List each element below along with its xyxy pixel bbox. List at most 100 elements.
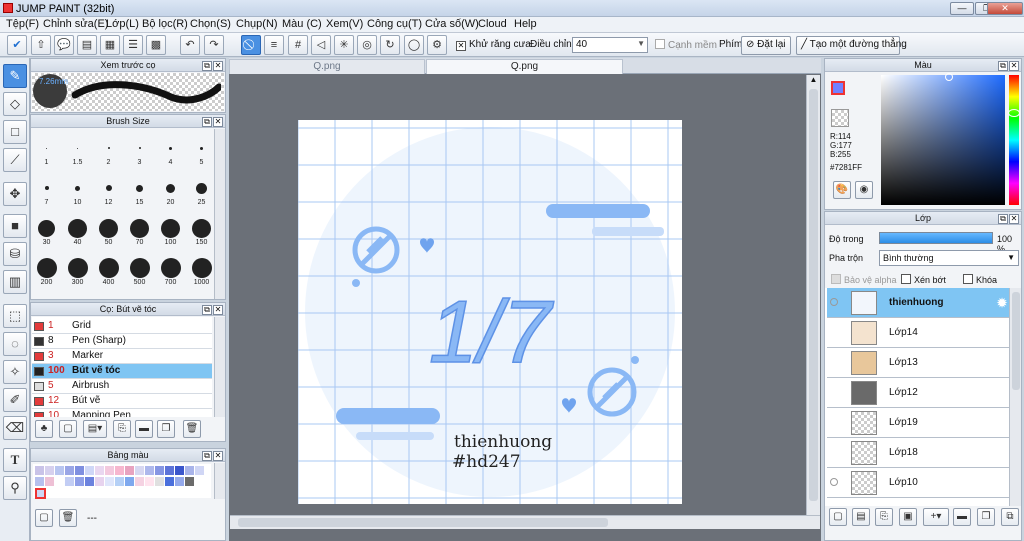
opacity-slider[interactable] — [879, 232, 993, 244]
palette-swatch[interactable] — [195, 466, 204, 475]
gear-icon[interactable]: ✹ — [997, 296, 1007, 310]
palette-swatch[interactable] — [175, 477, 184, 486]
layer-effects-icon[interactable]: ▣ — [899, 508, 917, 526]
palette-swatch[interactable] — [165, 466, 174, 475]
palette-swatch[interactable] — [165, 477, 174, 486]
new-layer-icon[interactable]: ▢ — [829, 508, 847, 526]
protect-alpha-checkbox[interactable]: Bảo vệ alpha — [831, 274, 897, 285]
concentric-icon[interactable]: ◎ — [357, 35, 377, 55]
eraser-tool-icon[interactable]: ◇ — [3, 92, 27, 116]
menu-color[interactable]: Màu (C) — [282, 18, 322, 30]
brush-tool-icon[interactable]: ✎ — [3, 64, 27, 88]
settings-icon[interactable]: ⚙ — [427, 35, 447, 55]
palette-swatch[interactable] — [35, 466, 44, 475]
brush-size-option[interactable]: 1.5 — [62, 137, 93, 166]
select-rect-icon[interactable]: ⬚ — [3, 304, 27, 328]
layer-scroll-thumb[interactable] — [1012, 292, 1020, 390]
float-icon[interactable]: ⧉ — [202, 451, 212, 461]
menu-tools[interactable]: Công cụ(T) — [367, 18, 422, 30]
soft-edge-checkbox[interactable]: Cạnh mềm — [655, 39, 717, 51]
layer-row-lop19[interactable]: Lớp19 — [827, 408, 1009, 438]
share-icon[interactable]: ⇧ — [31, 35, 51, 55]
brush-item-pen-sharp[interactable]: 8 Pen (Sharp) — [32, 334, 212, 349]
parallel-lines-icon[interactable]: ≡ — [264, 35, 284, 55]
brush-size-option[interactable]: 5 — [186, 137, 217, 166]
minimize-button[interactable]: — — [950, 2, 974, 15]
add-layer-menu-icon[interactable]: +▾ — [923, 508, 949, 526]
layer-list-scrollbar[interactable] — [1009, 288, 1021, 506]
palette-swatch[interactable] — [175, 466, 184, 475]
brush-size-option[interactable]: 150 — [186, 217, 217, 246]
brush-size-option[interactable]: 1000 — [186, 257, 217, 286]
duplicate-icon[interactable]: ❐ — [157, 420, 175, 438]
brush-size-option[interactable]: 3 — [124, 137, 155, 166]
delete-swatch-icon[interactable]: 🗑 — [59, 509, 77, 527]
brush-size-option[interactable]: 70 — [124, 217, 155, 246]
layer-row-lop14[interactable]: Lớp14 — [827, 318, 1009, 348]
close-icon[interactable]: ✕ — [213, 451, 223, 461]
menu-select[interactable]: Chọn(S) — [190, 18, 231, 30]
folder-icon[interactable]: ▬ — [953, 508, 971, 526]
duplicate-icon[interactable]: ❐ — [977, 508, 995, 526]
palette-swatch[interactable] — [35, 488, 46, 499]
adjust-select[interactable]: 40 ▼ — [572, 37, 648, 53]
palette-swatch[interactable] — [185, 477, 194, 486]
canvas-vertical-scrollbar[interactable]: ▲ — [806, 75, 820, 515]
palette-swatch[interactable] — [105, 466, 114, 475]
copy-layer-icon[interactable]: ⎘ — [875, 508, 893, 526]
blend-mode-select[interactable]: Bình thường ▼ — [879, 250, 1019, 266]
new-raster-icon[interactable]: ▤ — [852, 508, 870, 526]
close-icon[interactable]: ✕ — [1009, 214, 1019, 224]
brush-size-option[interactable]: 200 — [31, 257, 62, 286]
eye-icon[interactable] — [830, 478, 838, 486]
comment-icon[interactable]: 💬 — [54, 35, 74, 55]
menu-layer[interactable]: Lớp(L) — [106, 18, 139, 30]
palette-swatch[interactable] — [55, 477, 64, 486]
merge-layer-icon[interactable]: ⧉ — [1001, 508, 1019, 526]
straight-line-button[interactable]: ╱ Tạo một đường thẳng — [796, 36, 907, 55]
saturation-value-picker[interactable] — [881, 75, 1005, 205]
palette-swatch[interactable] — [195, 477, 204, 486]
gradient-tool-icon[interactable]: ▥ — [3, 270, 27, 294]
fill-rect-tool-icon[interactable]: ■ — [3, 214, 27, 238]
palette-swatch[interactable] — [35, 477, 44, 486]
eyedropper-icon[interactable]: ⚲ — [3, 476, 27, 500]
float-icon[interactable]: ⧉ — [202, 117, 212, 127]
hue-slider[interactable] — [1009, 75, 1019, 205]
brush-size-option[interactable]: 300 — [62, 257, 93, 286]
grid-snap-icon[interactable]: # — [288, 35, 308, 55]
document-canvas[interactable]: 1/7 thienhuong #hd247 — [298, 120, 682, 504]
move-tool-icon[interactable]: ✥ — [3, 182, 27, 206]
palette-swatch[interactable] — [155, 477, 164, 486]
close-icon[interactable]: ✕ — [213, 61, 223, 71]
new-brush-icon[interactable]: ▢ — [59, 420, 77, 438]
layer-row-lop12[interactable]: Lớp12 — [827, 378, 1009, 408]
palette-swatch[interactable] — [85, 466, 94, 475]
palette-swatch[interactable] — [95, 466, 104, 475]
transparent-color-swatch[interactable] — [831, 109, 849, 127]
brush-size-option[interactable]: 20 — [155, 177, 186, 206]
lasso-icon[interactable]: ◌ — [3, 332, 27, 356]
palette-swatch[interactable] — [75, 477, 84, 486]
palette-swatch[interactable] — [105, 477, 114, 486]
select-eraser-icon[interactable]: ⌫ — [3, 416, 27, 440]
menu-filter[interactable]: Bộ lọc(R) — [142, 18, 188, 30]
brush-size-option[interactable]: 40 — [62, 217, 93, 246]
palette-swatch[interactable] — [135, 466, 144, 475]
menu-file[interactable]: Tệp(F) — [6, 18, 39, 30]
perspective-icon[interactable]: ◁ — [311, 35, 331, 55]
tab-q-png-2[interactable]: Q.png — [426, 59, 623, 74]
rectangle-tool-icon[interactable]: □ — [3, 120, 27, 144]
close-icon[interactable]: ✕ — [213, 305, 223, 315]
copy-brush-icon[interactable]: ⎘ — [113, 420, 131, 438]
menu-edit[interactable]: Chỉnh sửa(E) — [43, 18, 108, 30]
color-cursor[interactable] — [945, 73, 953, 81]
reset-button[interactable]: ⊘ Đặt lại — [741, 36, 791, 55]
brush-item-grid[interactable]: 1 Grid — [32, 319, 212, 334]
grid-settings-icon[interactable]: ▩ — [146, 35, 166, 55]
palette-swatch[interactable] — [45, 466, 54, 475]
brush-size-option[interactable]: 4 — [155, 137, 186, 166]
scroll-up-icon[interactable]: ▲ — [807, 75, 820, 87]
palette-swatch[interactable] — [85, 477, 94, 486]
palette-swatch[interactable] — [125, 477, 134, 486]
